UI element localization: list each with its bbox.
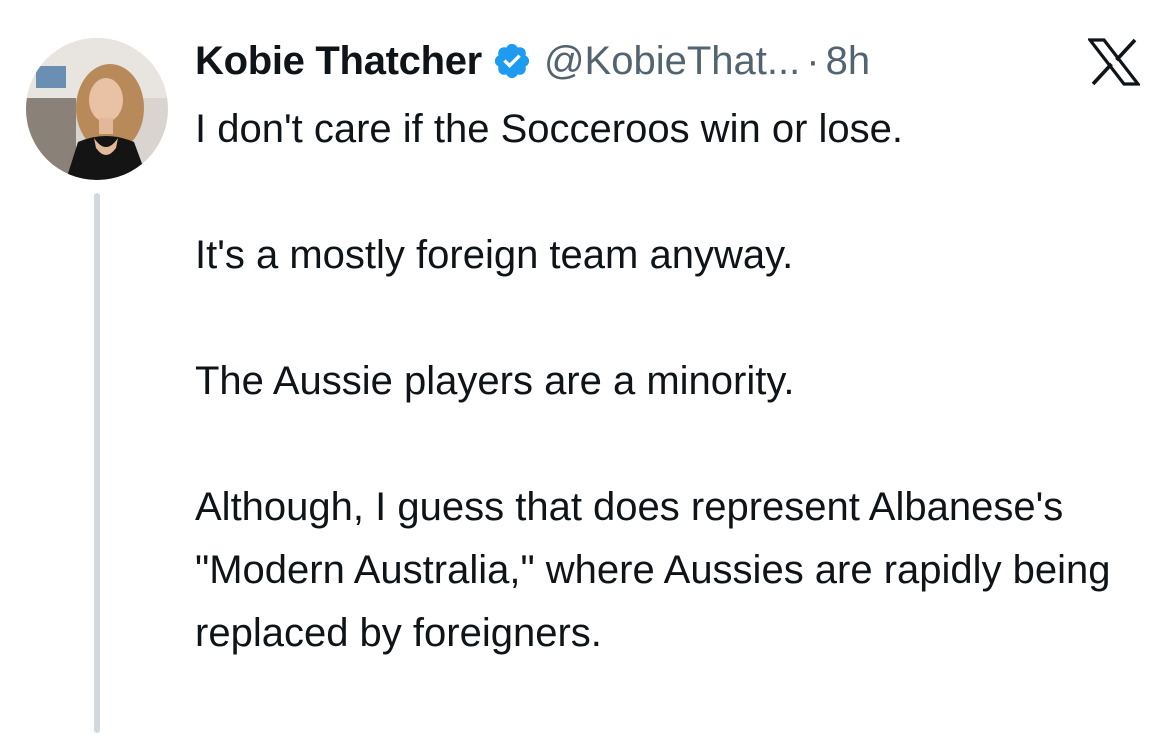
handle[interactable]: @KobieThat... xyxy=(544,36,800,86)
tweet-text: I don't care if the Socceroos win or los… xyxy=(195,98,1135,665)
avatar-photo xyxy=(26,38,168,180)
tweet-paragraph: It's a mostly foreign team anyway. xyxy=(195,233,794,277)
display-name[interactable]: Kobie Thatcher xyxy=(195,36,482,86)
timestamp[interactable]: 8h xyxy=(826,36,871,86)
avatar[interactable] xyxy=(26,38,168,180)
tweet-paragraph: Although, I guess that does represent Al… xyxy=(195,485,1111,655)
thread-line xyxy=(94,193,100,733)
tweet-paragraph: The Aussie players are a minority. xyxy=(195,359,795,403)
separator-dot: · xyxy=(806,39,820,83)
tweet-paragraph: I don't care if the Socceroos win or los… xyxy=(195,107,903,151)
verified-badge-icon xyxy=(492,41,532,81)
tweet-header: Kobie Thatcher @KobieThat... · 8h xyxy=(195,36,870,86)
x-logo-icon[interactable] xyxy=(1086,38,1142,86)
